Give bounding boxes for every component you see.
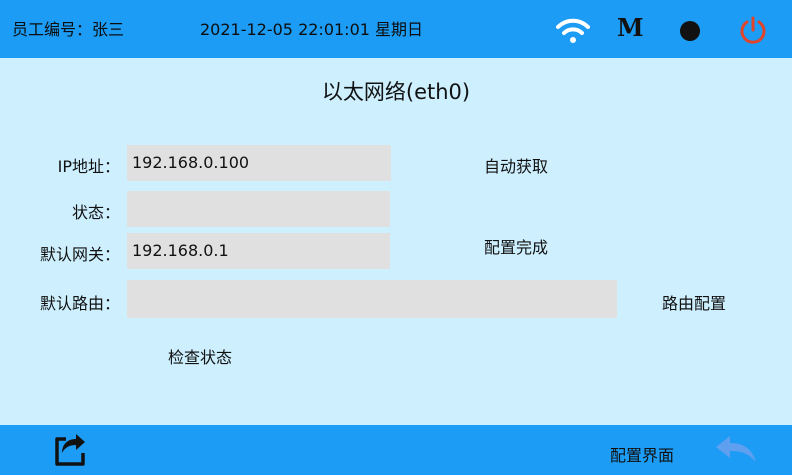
return-icon[interactable]	[52, 431, 88, 471]
route-label: 默认路由：	[39, 294, 120, 313]
datetime: 2021-12-05 22:01:01 星期日	[200, 20, 424, 39]
gateway-label: 默认网关：	[39, 245, 120, 264]
record-dot-icon	[679, 20, 701, 46]
gateway-field[interactable]: 192.168.0.1	[127, 233, 390, 269]
ip-address-field[interactable]: 192.168.0.100	[127, 145, 391, 181]
route-field[interactable]	[127, 280, 617, 318]
check-status-button[interactable]: 检查状态	[168, 344, 232, 368]
auto-obtain-button[interactable]: 自动获取	[484, 153, 548, 177]
back-arrow-icon[interactable]	[714, 433, 758, 469]
bottom-bar: 配置界面	[0, 425, 792, 475]
config-page-button[interactable]: 配置界面	[610, 442, 674, 466]
status-field[interactable]	[127, 191, 390, 227]
status-label: 状态：	[71, 203, 120, 222]
status-bar: 员工编号：张三 2021-12-05 22:01:01 星期日 M	[0, 0, 792, 58]
config-done-button[interactable]: 配置完成	[484, 234, 548, 258]
power-icon[interactable]	[739, 15, 767, 49]
ip-label: IP地址：	[57, 157, 120, 176]
route-config-button[interactable]: 路由配置	[662, 290, 726, 314]
m-icon: M	[617, 13, 644, 42]
employee-id: 员工编号：张三	[12, 20, 125, 39]
page-title: 以太网络(eth0)	[321, 80, 471, 104]
wifi-icon	[556, 18, 590, 48]
